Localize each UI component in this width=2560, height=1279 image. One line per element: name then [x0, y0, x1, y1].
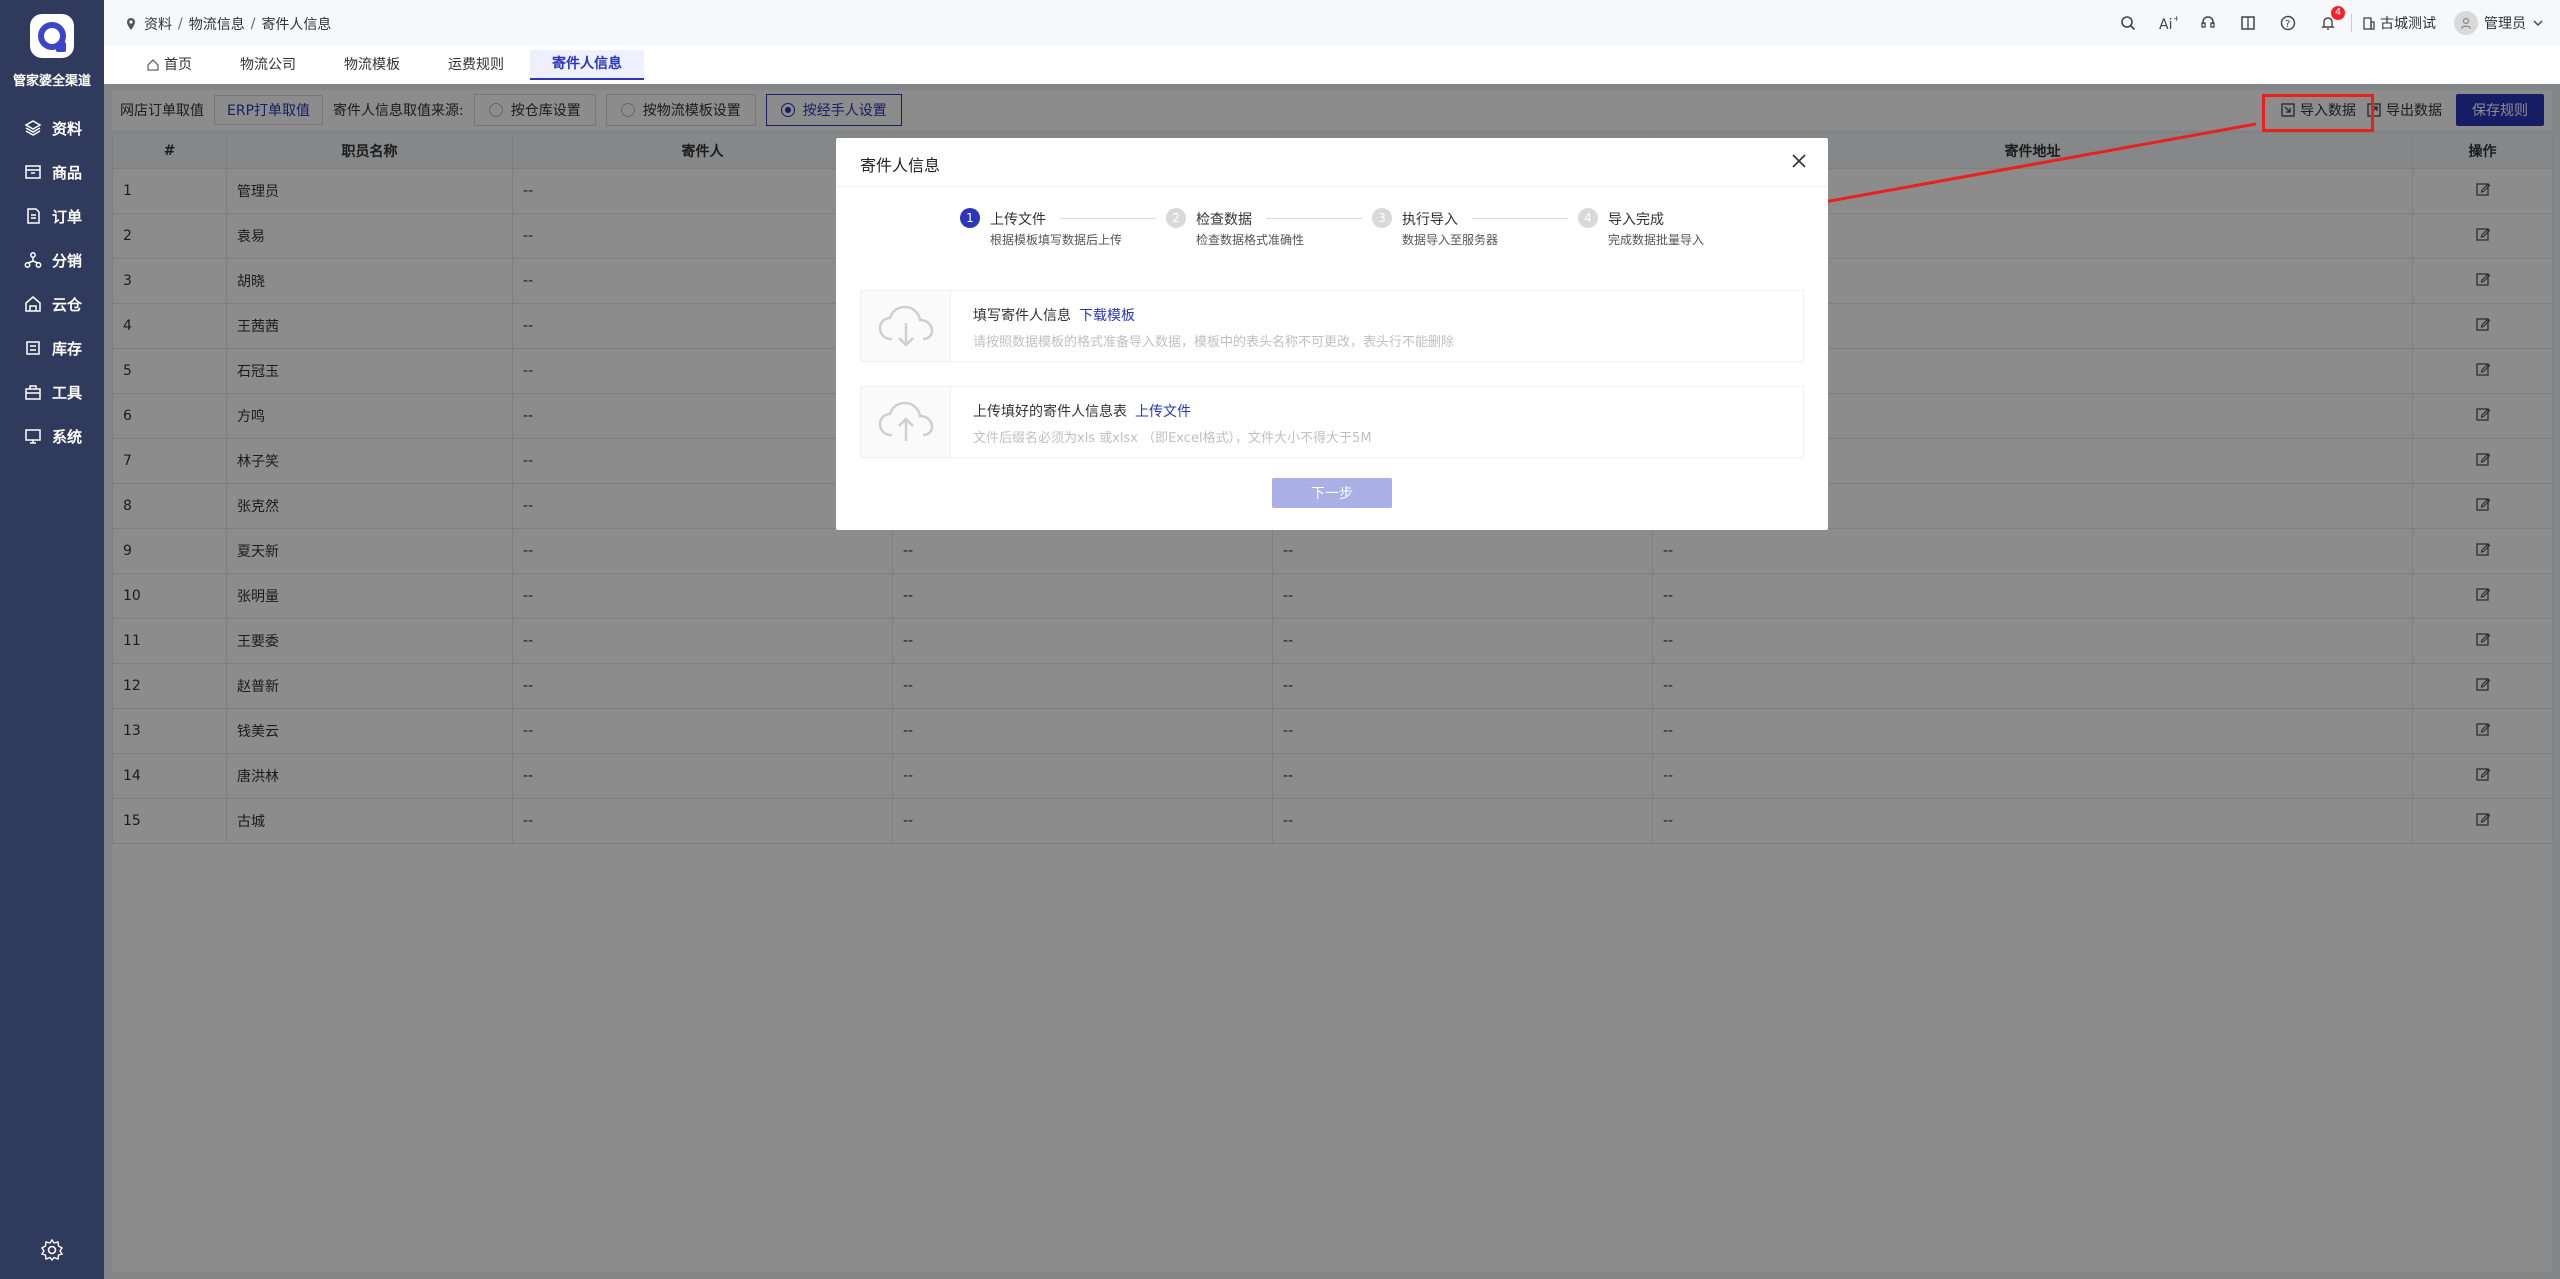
- breadcrumb: 资料 / 物流信息 / 寄件人信息: [124, 14, 331, 34]
- sidebar-item-label: 资料: [52, 119, 83, 138]
- user-menu[interactable]: 管理员: [2454, 11, 2544, 35]
- breadcrumb-item[interactable]: 物流信息: [189, 14, 245, 34]
- page-tabs: 首页 物流公司 物流模板 运费规则 寄件人信息: [104, 46, 2560, 84]
- org-name: 古城测试: [2380, 16, 2436, 32]
- box-icon: [24, 163, 42, 181]
- sidebar-item-label: 订单: [52, 207, 83, 226]
- tab-logistics-company[interactable]: 物流公司: [218, 50, 318, 80]
- template-card-title: 填写寄件人信息: [973, 308, 1071, 324]
- sidebar-item-distribution[interactable]: 分销: [0, 240, 104, 280]
- annotation-highlight-box: [2262, 94, 2374, 132]
- upload-card-title: 上传填好的寄件人信息表: [973, 404, 1127, 420]
- sidebar-item-label: 商品: [52, 163, 83, 182]
- help-icon[interactable]: ?: [2277, 12, 2299, 34]
- chevron-down-icon: [2532, 17, 2544, 29]
- toolbox-icon: [24, 383, 42, 401]
- layers-icon: [24, 119, 42, 137]
- org-switcher[interactable]: 古城测试: [2362, 13, 2436, 33]
- gear-icon[interactable]: [40, 1238, 64, 1262]
- home-icon: [146, 58, 160, 72]
- stack-icon: [24, 339, 42, 357]
- user-name: 管理员: [2484, 16, 2526, 32]
- network-icon: [24, 251, 42, 269]
- template-card: 填写寄件人信息 下载模板 请按照数据模板的格式准备导入数据，模板中的表头名称不可更…: [860, 290, 1804, 362]
- sidebar-item-goods[interactable]: 商品: [0, 152, 104, 192]
- download-template-link[interactable]: 下载模板: [1079, 308, 1135, 324]
- building-icon: [2362, 16, 2376, 30]
- sidebar-item-label: 云仓: [52, 295, 83, 314]
- svg-text:+: +: [2173, 15, 2178, 23]
- monitor-icon: [24, 427, 42, 445]
- header-actions: Ai + ? 4 古城测试 管理员: [2099, 6, 2544, 36]
- ai-icon[interactable]: Ai +: [2157, 12, 2179, 34]
- sidebar: 管家婆全渠道 资料 商品 订单 分销 云仓 库存 工具 系统: [0, 0, 104, 1279]
- tab-sender-info[interactable]: 寄件人信息: [530, 50, 644, 80]
- tab-freight-rules[interactable]: 运费规则: [426, 50, 526, 80]
- sidebar-item-label: 库存: [52, 339, 83, 358]
- sidebar-item-tools[interactable]: 工具: [0, 372, 104, 412]
- tab-logistics-template[interactable]: 物流模板: [322, 50, 422, 80]
- book-icon[interactable]: [2237, 12, 2259, 34]
- template-card-desc: 请按照数据模板的格式准备导入数据，模板中的表头名称不可更改，表头行不能删除: [973, 335, 1455, 350]
- svg-text:Ai: Ai: [2159, 17, 2172, 31]
- import-steps: 1 上传文件 根据模板填写数据后上传 2 检查数据 检查数据格式准确性 3 执行…: [960, 208, 1720, 258]
- cloud-upload-icon: [861, 387, 951, 457]
- sidebar-item-inventory[interactable]: 库存: [0, 328, 104, 368]
- cloud-download-icon: [861, 291, 951, 361]
- file-icon: [24, 207, 42, 225]
- warehouse-icon: [24, 295, 42, 313]
- breadcrumb-item[interactable]: 资料: [144, 14, 172, 34]
- sidebar-item-data[interactable]: 资料: [0, 108, 104, 148]
- upload-card-desc: 文件后缀名必须为xls 或xlsx （即Excel格式），文件大小不得大于5M: [973, 431, 1372, 446]
- upload-file-link[interactable]: 上传文件: [1135, 404, 1191, 420]
- modal-title: 寄件人信息: [860, 156, 941, 175]
- sidebar-item-label: 分销: [52, 251, 83, 270]
- headset-icon[interactable]: [2197, 12, 2219, 34]
- close-icon[interactable]: [1790, 152, 1808, 170]
- location-icon: [124, 17, 138, 31]
- import-modal: 寄件人信息 1 上传文件 根据模板填写数据后上传 2 检查数据 检查数据格式准确…: [836, 138, 1828, 530]
- upload-card: 上传填好的寄件人信息表 上传文件 文件后缀名必须为xls 或xlsx （即Exce…: [860, 386, 1804, 458]
- sidebar-item-label: 系统: [52, 427, 83, 446]
- brand-name: 管家婆全渠道: [12, 74, 91, 89]
- notification-badge: 4: [2331, 6, 2345, 20]
- sidebar-item-label: 工具: [52, 383, 83, 402]
- avatar: [2454, 11, 2478, 35]
- tab-home[interactable]: 首页: [124, 50, 214, 80]
- app-logo[interactable]: [30, 14, 74, 58]
- sidebar-item-cloud-warehouse[interactable]: 云仓: [0, 284, 104, 324]
- bell-icon[interactable]: 4: [2317, 6, 2345, 34]
- sidebar-item-orders[interactable]: 订单: [0, 196, 104, 236]
- top-header: 资料 / 物流信息 / 寄件人信息 Ai + ? 4 古城测试 管理员: [104, 0, 2560, 46]
- svg-text:?: ?: [2285, 19, 2290, 30]
- next-step-button[interactable]: 下一步: [1272, 478, 1392, 508]
- search-icon[interactable]: [2117, 12, 2139, 34]
- breadcrumb-item: 寄件人信息: [261, 17, 332, 33]
- sidebar-item-system[interactable]: 系统: [0, 416, 104, 456]
